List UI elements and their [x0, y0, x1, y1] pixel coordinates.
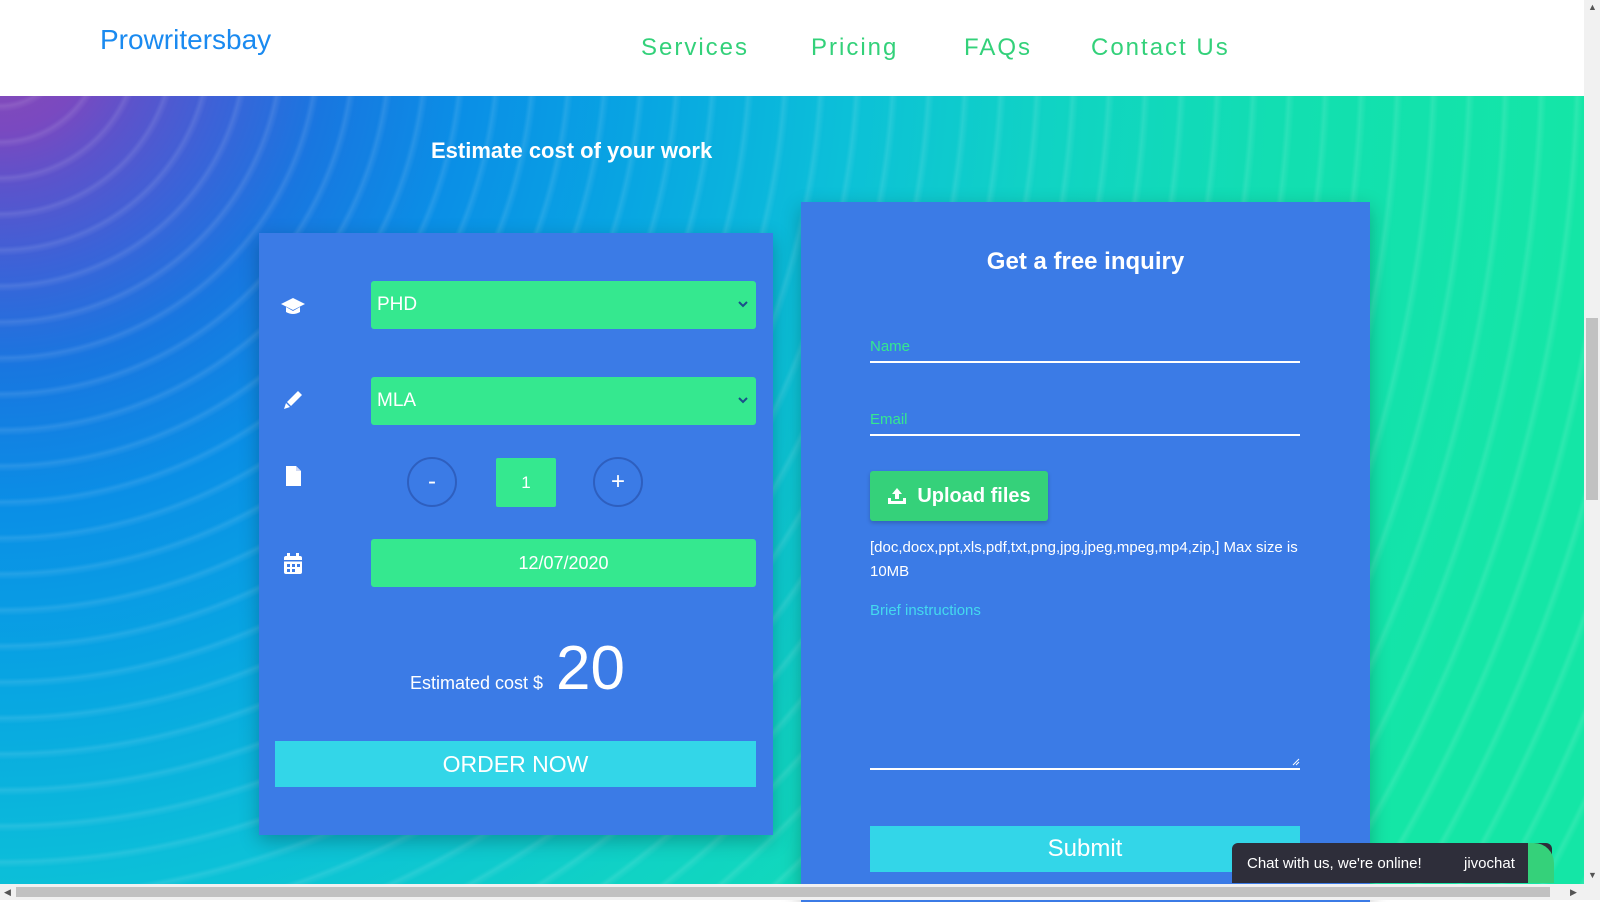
- nav-link-services[interactable]: Services: [641, 34, 749, 62]
- horizontal-scrollbar-thumb[interactable]: [16, 887, 1550, 897]
- document-icon: [280, 463, 306, 489]
- calendar-icon: [280, 551, 306, 577]
- graduation-cap-icon: [280, 293, 306, 319]
- chevron-down-icon: [738, 301, 748, 308]
- nav-link-faqs[interactable]: FAQs: [964, 34, 1032, 62]
- email-field[interactable]: Email: [870, 411, 1300, 436]
- horizontal-scrollbar[interactable]: ◀ ▶: [0, 884, 1600, 900]
- citation-style-select[interactable]: MLA: [371, 377, 756, 425]
- scroll-right-arrow-icon[interactable]: ▶: [1570, 887, 1577, 898]
- scroll-up-arrow-icon[interactable]: ▲: [1588, 2, 1597, 12]
- inquiry-card: Get a free inquiry Name Email Upload fil…: [801, 202, 1370, 902]
- estimated-cost-value: 20: [556, 634, 625, 703]
- increase-pages-button[interactable]: +: [593, 457, 643, 507]
- chat-bubble-icon: [1528, 843, 1554, 883]
- chevron-down-icon: [738, 397, 748, 404]
- file-types-note: [doc,docx,ppt,xls,pdf,txt,png,jpg,jpeg,m…: [870, 539, 1298, 580]
- section-title: Estimate cost of your work: [431, 138, 713, 163]
- decrease-pages-button[interactable]: -: [407, 457, 457, 507]
- estimate-card: PHD MLA - 1 + 12/07/2020 Estimated cost …: [259, 233, 773, 835]
- chat-widget[interactable]: Chat with us, we're online! jivochat: [1232, 843, 1554, 883]
- nav-link-contact-us[interactable]: Contact Us: [1091, 34, 1230, 62]
- brand-logo[interactable]: Prowritersbay: [100, 24, 271, 56]
- pages-input[interactable]: 1: [496, 458, 556, 507]
- scroll-left-arrow-icon[interactable]: ◀: [4, 887, 11, 898]
- order-now-button[interactable]: ORDER NOW: [275, 741, 756, 787]
- resize-handle-icon[interactable]: [1292, 758, 1300, 766]
- academic-level-select[interactable]: PHD: [371, 281, 756, 329]
- citation-style-value: MLA: [377, 390, 417, 411]
- scroll-down-arrow-icon[interactable]: ▼: [1588, 870, 1597, 880]
- upload-icon: [888, 488, 907, 504]
- vertical-scrollbar-thumb[interactable]: [1586, 318, 1598, 500]
- brief-instructions-label: Brief instructions: [870, 602, 981, 619]
- upload-files-label: Upload files: [917, 484, 1031, 507]
- brief-instructions-textarea[interactable]: [870, 626, 1300, 770]
- vertical-scrollbar[interactable]: ▲ ▼: [1584, 0, 1600, 884]
- academic-level-value: PHD: [377, 294, 418, 315]
- inquiry-title: Get a free inquiry: [986, 248, 1185, 275]
- chat-widget-text: Chat with us, we're online!: [1247, 854, 1422, 872]
- chat-widget-brand: jivochat: [1464, 854, 1515, 872]
- navbar: Prowritersbay Services Pricing FAQs Cont…: [0, 0, 1584, 96]
- upload-files-button[interactable]: Upload files: [870, 471, 1048, 521]
- nav-link-pricing[interactable]: Pricing: [811, 34, 898, 62]
- deadline-date-input[interactable]: 12/07/2020: [371, 539, 756, 587]
- pen-icon: [280, 387, 306, 413]
- estimated-cost-label: Estimated cost $: [410, 673, 544, 693]
- name-field[interactable]: Name: [870, 338, 1300, 363]
